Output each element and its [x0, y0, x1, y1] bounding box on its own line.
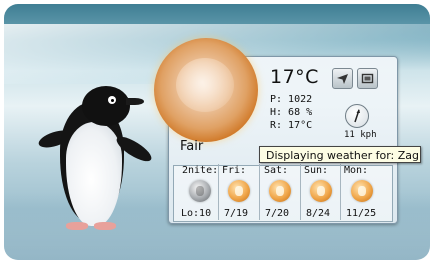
- forecast-day: 2nite:: [182, 165, 219, 176]
- forecast-divider: [300, 164, 301, 220]
- sun-icon: [310, 180, 332, 202]
- plane-icon: [337, 74, 348, 84]
- forecast-range: 7/19: [224, 208, 249, 219]
- forecast-divider: [259, 164, 260, 220]
- wind-direction-icon: [345, 104, 369, 128]
- sun-icon: [228, 180, 250, 202]
- penguin-foot: [94, 222, 116, 230]
- location-button[interactable]: [332, 68, 353, 89]
- penguin-foot: [66, 222, 88, 230]
- forecast-day: Sat:: [264, 165, 289, 176]
- location-tooltip: Displaying weather for: Zagreb: [259, 146, 421, 163]
- humidity-value: H: 68 %: [270, 107, 313, 118]
- settings-button[interactable]: [357, 68, 378, 89]
- wind-speed: 11 kph: [344, 130, 377, 140]
- forecast-range: Lo:10: [181, 208, 212, 219]
- pressure-value: P: 1022: [270, 94, 313, 105]
- forecast-divider: [218, 164, 219, 220]
- sun-icon: [351, 180, 373, 202]
- forecast-range: 8/24: [306, 208, 331, 219]
- penguin-image: [36, 84, 158, 236]
- forecast-range: 11/25: [346, 208, 377, 219]
- penguin-eye: [108, 96, 116, 104]
- night-cloud-icon: [189, 180, 211, 202]
- window-icon: [361, 73, 374, 84]
- penguin-head: [82, 86, 130, 126]
- forecast-range: 7/20: [265, 208, 290, 219]
- realfeel-value: R: 17°C: [270, 120, 313, 131]
- penguin-beak: [126, 98, 144, 105]
- forecast-divider: [340, 164, 341, 220]
- condition-label: Fair: [180, 139, 204, 154]
- current-temperature: 17°C: [270, 66, 319, 88]
- sun-icon: [269, 180, 291, 202]
- forecast-day: Fri:: [222, 165, 247, 176]
- current-weather-sun-icon: [154, 38, 258, 142]
- forecast-day: Mon:: [344, 165, 369, 176]
- penguin-belly: [66, 122, 122, 226]
- forecast-day: Sun:: [304, 165, 329, 176]
